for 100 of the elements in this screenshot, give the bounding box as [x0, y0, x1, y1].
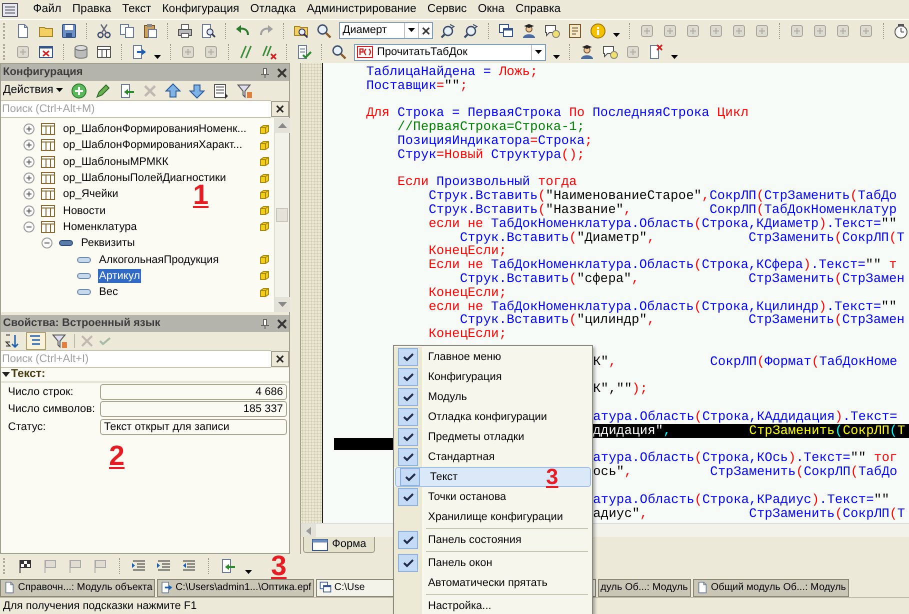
menu-item[interactable]: Модуль [394, 387, 592, 407]
move-up-icon[interactable] [165, 82, 182, 98]
book-icon[interactable] [567, 22, 583, 38]
scissors-icon[interactable] [96, 22, 112, 38]
scroll-down-icon[interactable] [275, 297, 290, 312]
clear-search-button[interactable] [271, 101, 289, 117]
tree-item[interactable]: Реквизиты [80, 236, 136, 250]
clear-icon[interactable] [422, 26, 430, 34]
window-tab[interactable]: дуль Об...: Модуль [598, 578, 691, 596]
search-field[interactable]: Поиск (Ctrl+Alt+I) [1, 350, 271, 368]
person-icon[interactable] [521, 22, 537, 38]
caret-icon[interactable] [154, 55, 161, 60]
speech-bubble-icon[interactable] [602, 44, 618, 60]
speech-bubble-icon[interactable] [544, 22, 560, 38]
document-arrow-icon[interactable] [119, 82, 136, 98]
menu-item[interactable]: Предметы отладки [394, 427, 592, 447]
add-icon[interactable] [71, 82, 88, 98]
tree-item[interactable]: Артикул [98, 268, 142, 283]
procedure-combo[interactable]: ПрочитатьТабДок [354, 44, 546, 60]
save-icon[interactable] [60, 22, 77, 38]
menu-item[interactable]: Отладка [245, 0, 301, 18]
property-value[interactable]: Текст открыт для записи [100, 418, 287, 435]
menu-item[interactable]: Панель окон [394, 553, 592, 573]
window-tab[interactable]: Общий модуль Об...: Модуль [692, 578, 849, 596]
search-field[interactable]: Поиск (Ctrl+Alt+M) [1, 100, 271, 118]
clipboard-icon[interactable] [142, 22, 158, 38]
check-document-icon[interactable] [296, 44, 312, 60]
menu-item[interactable]: Справка [510, 0, 566, 18]
pin-icon[interactable] [261, 68, 269, 78]
menu-item[interactable]: Панель состояния [394, 530, 592, 550]
scrollbar[interactable] [274, 118, 289, 312]
actions-menu[interactable]: Действия [3, 82, 64, 100]
tree-item[interactable]: ор_ШаблоныМРМКК [62, 154, 170, 169]
tree-item[interactable]: АлкогольнаяПродукция [98, 252, 220, 267]
info-icon[interactable] [590, 22, 606, 38]
menu-item[interactable]: Хранилище конфигурации [394, 507, 592, 527]
expand-toggle-icon[interactable] [23, 172, 35, 184]
caret-icon[interactable] [408, 28, 415, 33]
sort-icon[interactable] [4, 333, 20, 349]
tree-item[interactable]: ор_Ячейки [62, 187, 120, 202]
menu-item[interactable]: Текст [117, 0, 156, 18]
windows-icon[interactable] [498, 22, 514, 38]
check-icon[interactable] [99, 335, 111, 347]
collapse-toggle-icon[interactable] [23, 220, 35, 233]
uncomment-icon[interactable] [261, 44, 277, 60]
window-tab[interactable]: C:\Users\admin1...\Оптика.epf [157, 578, 314, 596]
comment-icon[interactable] [238, 44, 254, 60]
caret-icon[interactable] [535, 50, 542, 54]
expand-toggle-icon[interactable] [23, 204, 35, 217]
search-combo[interactable]: Диамерт [338, 22, 433, 39]
tree-item[interactable]: ор_ШаблонФормированияХаракт... [62, 138, 244, 152]
table-icon[interactable] [96, 44, 112, 60]
property-value[interactable]: 185 337 [100, 401, 287, 418]
expand-toggle-icon[interactable] [23, 188, 35, 200]
close-icon[interactable] [277, 318, 287, 328]
menu-item[interactable]: Стандартная [394, 447, 592, 467]
move-down-icon[interactable] [189, 82, 206, 98]
menu-item[interactable]: Конфигурация [394, 367, 592, 387]
clock-icon[interactable] [893, 22, 909, 38]
expand-toggle-icon[interactable] [23, 139, 35, 152]
menu-item[interactable]: Отладка конфигурации [394, 407, 592, 427]
close-icon[interactable] [277, 68, 287, 78]
preview-icon[interactable] [200, 22, 216, 38]
menu-item[interactable]: Конфигурация [157, 0, 244, 18]
menu-item[interactable]: Окна [472, 0, 510, 18]
menu-item[interactable]: Сервис [422, 0, 472, 18]
document-arrow-icon[interactable] [131, 44, 147, 60]
app-menu-icon[interactable] [2, 2, 18, 16]
tree-item[interactable]: Номенклатура [62, 220, 138, 234]
menu-item[interactable]: Автоматически прятать [394, 573, 592, 593]
expand-toggle-icon[interactable] [23, 123, 35, 136]
search-icon[interactable] [316, 22, 332, 38]
tree-item[interactable]: ор_ШаблонФормированияНоменк... [62, 122, 248, 136]
menu-item[interactable]: Файл [28, 0, 66, 18]
caret-icon[interactable] [613, 33, 620, 38]
pin-icon[interactable] [261, 318, 269, 328]
editor-tab[interactable]: Форма [303, 537, 376, 553]
printer-icon[interactable] [176, 22, 193, 38]
caret-icon[interactable] [245, 570, 252, 575]
menu-item[interactable]: Главное меню [394, 347, 592, 367]
database-icon[interactable] [73, 44, 89, 60]
tree-item[interactable]: Вес [98, 285, 119, 300]
menu-item[interactable]: Настройка... [394, 596, 592, 614]
list-icon[interactable] [213, 82, 230, 98]
clear-search-button[interactable] [271, 351, 289, 367]
collapse-toggle-icon[interactable] [41, 237, 53, 250]
window-tab[interactable]: Справочн...: Модуль объекта [0, 578, 156, 596]
pages-icon[interactable] [118, 22, 135, 38]
document-arrow-icon[interactable] [220, 558, 236, 574]
categories-icon[interactable] [26, 332, 46, 350]
tree-item[interactable]: Новости [62, 204, 107, 218]
menu-item[interactable]: Правка [67, 0, 116, 18]
collapse-icon[interactable] [2, 372, 10, 378]
menu-item[interactable]: Точки останова [394, 487, 592, 507]
expand-toggle-icon[interactable] [23, 156, 35, 168]
person-icon[interactable] [579, 44, 595, 60]
caret-icon[interactable] [553, 55, 560, 60]
search-icon[interactable] [331, 44, 347, 60]
close-window-icon[interactable] [38, 44, 54, 60]
delete-document-icon[interactable] [648, 44, 664, 60]
